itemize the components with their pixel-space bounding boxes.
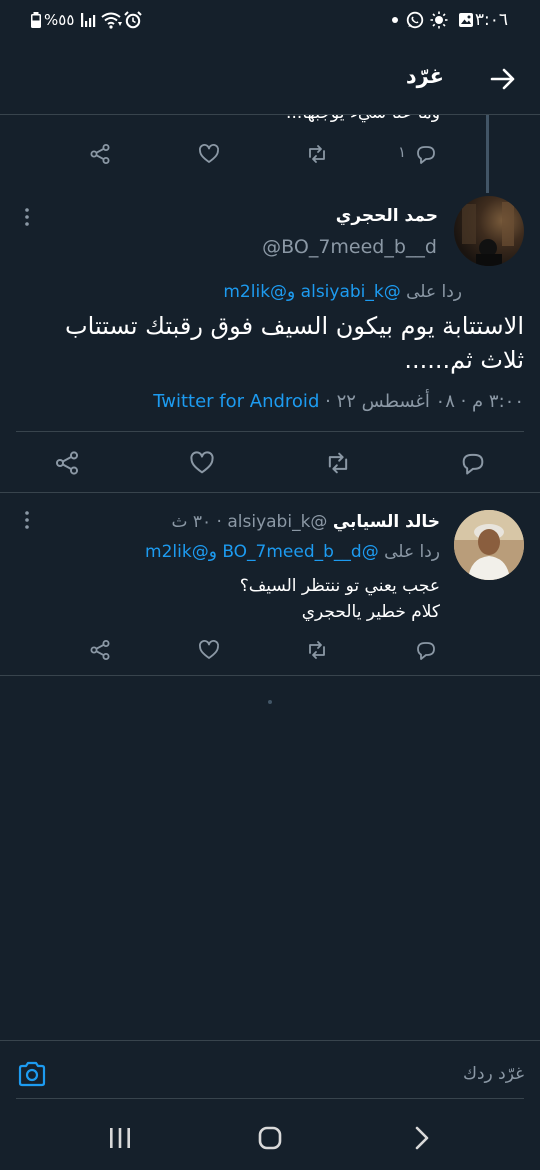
reply-context: ردا على @alsiyabi_k و@m2lik: [223, 282, 462, 302]
tweet-text-line-1: الاستتابة يوم بيكون السيف فوق رقبتك تستت…: [65, 312, 524, 340]
reply-divider: [0, 675, 540, 676]
tweet-source[interactable]: Twitter for Android: [153, 391, 319, 412]
share-icon[interactable]: [88, 638, 112, 662]
signal-icon: [80, 12, 98, 28]
home-icon[interactable]: [258, 1126, 282, 1150]
avatar[interactable]: [454, 196, 524, 266]
back-arrow-icon[interactable]: [490, 66, 516, 92]
reply-tweet[interactable]: خالد السيابي @alsiyabi_k · ٣٠ ث ردا على …: [0, 493, 540, 675]
reply-input[interactable]: غرّد ردك: [463, 1064, 524, 1084]
tweet-meta: ٣:٠٠ م · ٠٨ أغسطس ٢٢ · Twitter for Andro…: [153, 391, 524, 412]
reply-icon[interactable]: [414, 638, 438, 662]
reply-icon[interactable]: [459, 449, 487, 477]
more-options-icon[interactable]: [24, 207, 30, 231]
reply-time: ٣٠ ث: [171, 512, 212, 532]
tweet-text-line-2: كلام خطير يالحجري: [301, 602, 440, 622]
dot-separator: ·: [216, 512, 222, 532]
battery-percent: %٥٥: [44, 11, 75, 29]
focused-tweet[interactable]: حمد الحجري @BO_7meed_b__d ردا على @alsiy…: [0, 193, 540, 433]
more-options-icon[interactable]: [24, 510, 30, 534]
recent-apps-icon[interactable]: [108, 1127, 132, 1149]
reply-icon[interactable]: [414, 142, 438, 166]
status-time: ٣:٠٦: [474, 10, 508, 30]
retweet-icon[interactable]: [324, 449, 352, 477]
top-app-bar: غرّد: [0, 40, 540, 114]
reply-header: خالد السيابي @alsiyabi_k · ٣٠ ث: [171, 512, 440, 532]
reply-mentions[interactable]: @alsiyabi_k و@m2lik: [223, 282, 400, 302]
tweet-timestamp: ٣:٠٠ م · ٠٨ أغسطس ٢٢ ·: [325, 391, 524, 412]
composer-underline: [16, 1098, 524, 1099]
tweet-text-line-2: ثلاث ثم......: [404, 346, 524, 374]
status-bar: ٣:٠٦ %٥٥: [0, 0, 540, 40]
loading-indicator: [268, 700, 272, 704]
author-name[interactable]: خالد السيابي: [333, 512, 440, 532]
whatsapp-icon: [406, 11, 424, 29]
like-icon[interactable]: [197, 142, 221, 166]
focused-tweet-actions: [0, 432, 540, 492]
tweet-text-line-1: عجب يعني تو ننتظر السيف؟: [239, 576, 440, 596]
reply-mentions[interactable]: @BO_7meed_b__d و@m2lik: [145, 542, 379, 562]
reply-prefix: ردا على: [406, 282, 462, 302]
battery-icon: [30, 12, 42, 28]
reply-context: ردا على @BO_7meed_b__d و@m2lik: [145, 542, 440, 562]
author-handle[interactable]: @alsiyabi_k: [227, 512, 327, 532]
wifi-icon: [101, 11, 123, 29]
system-nav-bar: [0, 1100, 540, 1170]
thread-line: [486, 115, 489, 193]
page-title: غرّد: [405, 64, 444, 88]
like-icon[interactable]: [197, 638, 221, 662]
reply-prefix: ردا على: [384, 542, 440, 562]
tweet-text: الاستتابة يوم بيكون السيف فوق رقبتك تستت…: [14, 309, 524, 377]
like-icon[interactable]: [188, 449, 216, 477]
reply-composer[interactable]: غرّد ردك: [0, 1041, 540, 1099]
tweet-text: عجب يعني تو ننتظر السيف؟ كلام خطير يالحج…: [240, 573, 440, 625]
camera-icon[interactable]: [18, 1061, 46, 1087]
author-handle[interactable]: @BO_7meed_b__d: [262, 236, 437, 258]
back-icon[interactable]: [414, 1126, 430, 1150]
notification-dot: [392, 17, 398, 23]
retweet-icon[interactable]: [305, 142, 329, 166]
previous-tweet[interactable]: وما عنا شيء يوجبها... ١: [0, 115, 540, 193]
gallery-icon: [458, 12, 474, 28]
author-name[interactable]: حمد الحجري: [336, 206, 438, 226]
share-icon[interactable]: [53, 449, 81, 477]
previous-tweet-text: وما عنا شيء يوجبها...: [286, 115, 440, 123]
reply-count: ١: [398, 143, 407, 161]
avatar[interactable]: [454, 510, 524, 580]
retweet-icon[interactable]: [305, 638, 329, 662]
share-icon[interactable]: [88, 142, 112, 166]
brightness-icon: [430, 11, 448, 29]
alarm-icon: [124, 11, 142, 29]
